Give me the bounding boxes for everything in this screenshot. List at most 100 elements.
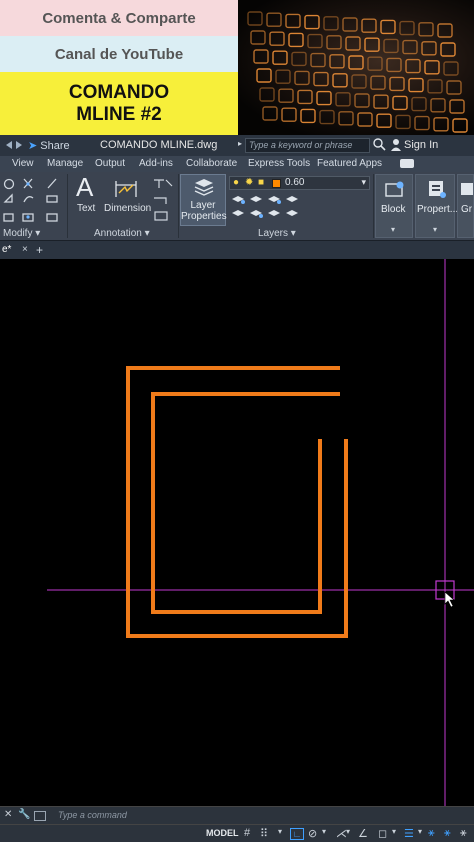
chevron-down-icon[interactable]: ▾ (418, 827, 422, 836)
title-bar: ➤ Share COMANDO MLINE.dwg ▸ Type a keywo… (0, 135, 474, 156)
annotation-scale-icon[interactable]: ⚹ (428, 827, 435, 840)
tab-collaborate[interactable]: Collaborate (186, 158, 237, 169)
search-icon[interactable] (372, 137, 386, 151)
keyboard-key (285, 13, 301, 29)
keyboard-key (351, 74, 367, 89)
wrench-icon[interactable]: 🔧 (18, 809, 30, 820)
annotation-visibility-icon[interactable]: ⚹ (444, 827, 451, 840)
tab-view[interactable]: View (12, 158, 34, 169)
modify-panel-label[interactable]: Modify ▾ (3, 228, 40, 239)
keyboard-key (278, 88, 294, 103)
drawing-canvas[interactable] (0, 259, 474, 806)
lock-icon: ■ (258, 177, 265, 188)
search-input[interactable]: Type a keyword or phrase (245, 138, 370, 153)
keyboard-key (250, 30, 266, 45)
keyboard-key (294, 70, 310, 86)
polar-icon[interactable]: ⊘ (308, 827, 317, 840)
command-line: ✕ 🔧 Type a command (0, 806, 474, 824)
keyboard-photo (238, 0, 474, 135)
keyboard-key (402, 39, 418, 55)
groups-button[interactable]: Gr (457, 174, 474, 238)
layers-panel-label[interactable]: Layers ▾ (258, 228, 296, 239)
groups-icon (461, 183, 473, 195)
keyboard-key (288, 32, 304, 48)
keyboard-key (259, 87, 275, 102)
dimension-button[interactable]: Dimension (104, 203, 151, 214)
close-icon[interactable]: ✕ (4, 809, 12, 820)
snap-icon[interactable]: ⠿ (260, 827, 268, 840)
keyboard-key (421, 41, 437, 56)
command-history-icon[interactable] (34, 811, 46, 821)
tab-output[interactable]: Output (95, 158, 125, 169)
object-snap-icon[interactable]: ◻ (378, 827, 387, 840)
keyboard-key (408, 77, 424, 93)
user-icon[interactable] (390, 138, 402, 152)
tab-add-ins[interactable]: Add-ins (139, 158, 173, 169)
keyboard-key (329, 54, 345, 69)
workspace-icon[interactable]: ⚹ (460, 827, 467, 840)
tab-featured-apps[interactable]: Featured Apps (317, 158, 382, 169)
keyboard-key (300, 108, 316, 124)
chevron-right-icon[interactable]: ▸ (238, 139, 242, 148)
drawing-tab[interactable]: e* (2, 244, 11, 255)
keyboard-key (437, 23, 453, 38)
keyboard-key (389, 76, 405, 92)
panel-separator (178, 174, 179, 238)
mline-outer[interactable] (126, 366, 348, 638)
lineweight-icon[interactable]: ☰ (404, 827, 414, 840)
keyboard-key (313, 71, 329, 87)
keyboard-key (319, 109, 335, 125)
sun-icon: ✹ (245, 177, 254, 188)
sign-in-button[interactable]: Sign In (404, 139, 438, 151)
status-bar: MODEL # ⠿ ▾ ∟ ⊘ ▾ ⋌ ▾ ∠ ◻ ▾ ☰ ▾ ⚹ ⚹ ⚹ (0, 824, 474, 842)
text-icon[interactable]: A (76, 172, 93, 203)
properties-button[interactable]: Propert... ▾ (415, 174, 459, 238)
ortho-icon[interactable]: ∟ (290, 828, 304, 840)
keyboard-key (354, 93, 370, 108)
keyboard-key (357, 112, 373, 127)
share-button[interactable]: ➤ Share (28, 139, 70, 152)
layer-tools-icon[interactable] (230, 193, 310, 223)
text-button[interactable]: Text (77, 203, 95, 214)
chevron-down-icon[interactable]: ▾ (278, 827, 282, 836)
keyboard-key (253, 49, 269, 64)
annotation-panel-label[interactable]: Annotation ▾ (94, 228, 150, 239)
properties-label: Propert... (417, 204, 459, 215)
keyboard-key (440, 42, 456, 57)
ribbon: Modify ▾ A Text Dimension Annotation ▾ L… (0, 172, 474, 240)
layer-properties-label: Layer Properties (181, 200, 227, 222)
chevron-down-icon[interactable]: ▾ (322, 827, 326, 836)
keyboard-key (414, 115, 430, 131)
modify-tools-icon[interactable] (2, 176, 66, 224)
chevron-down-icon: ▾ (391, 225, 396, 234)
osnap-icon[interactable]: ∠ (358, 827, 368, 840)
tab-overflow-icon[interactable] (400, 159, 414, 168)
keyboard-key (380, 19, 396, 35)
banner-line-channel: Canal de YouTube (0, 36, 238, 72)
properties-icon (429, 181, 446, 198)
model-tab[interactable]: MODEL (206, 828, 239, 838)
block-button[interactable]: Block ▾ (375, 174, 413, 238)
panel-separator (373, 174, 374, 238)
keyboard-key (418, 22, 434, 37)
tab-express-tools[interactable]: Express Tools (248, 158, 310, 169)
layer-properties-button[interactable]: Layer Properties (180, 174, 227, 226)
new-tab-button[interactable]: + (36, 243, 43, 257)
tab-manage[interactable]: Manage (47, 158, 83, 169)
panel-separator (67, 174, 68, 238)
mline-inner[interactable] (151, 392, 340, 614)
chevron-down-icon[interactable]: ▾ (392, 827, 396, 836)
command-input[interactable]: Type a command (58, 810, 127, 820)
keyboard-key (370, 75, 386, 90)
chevron-down-icon[interactable]: ▾ (346, 827, 350, 836)
layer-dropdown[interactable]: ● ✹ ■ 0.60 ▾ (229, 176, 370, 190)
annotation-tools-icon[interactable] (152, 176, 176, 224)
keyboard-key (342, 17, 358, 32)
layer-current-value: 0.60 (285, 177, 305, 188)
keyboard-key (430, 98, 446, 113)
grid-icon[interactable]: # (244, 827, 250, 839)
dimension-icon[interactable] (113, 177, 139, 199)
close-icon[interactable]: × (22, 244, 28, 255)
document-tab-strip: e* × + (0, 240, 474, 259)
qat-arrows-icon[interactable] (4, 139, 24, 151)
